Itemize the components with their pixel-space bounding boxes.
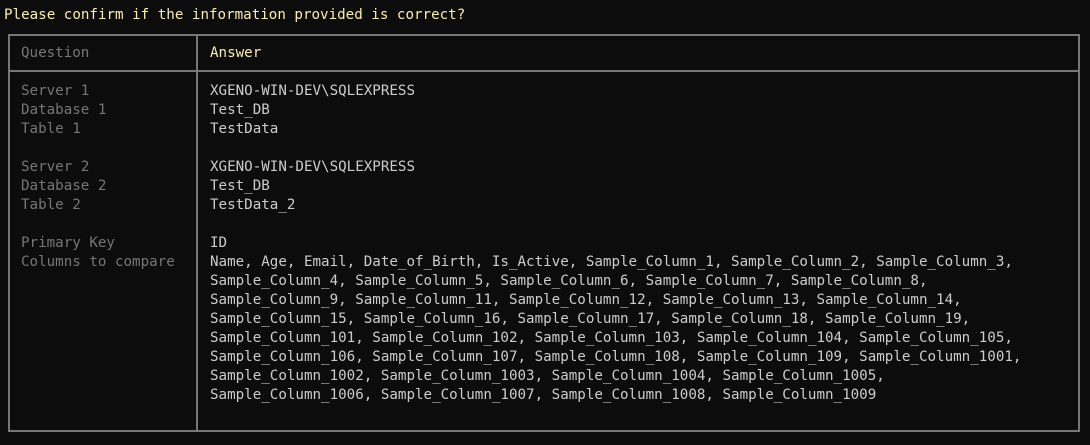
value-server-1: XGENO-WIN-DEV\SQLEXPRESS (210, 83, 415, 99)
value-database-1: Test_DB (210, 102, 270, 118)
label-primary-key: Primary Key (21, 235, 115, 251)
label-server-2: Server 2 (21, 159, 90, 175)
columns-line: Name, Age, Email, Date_of_Birth, Is_Acti… (210, 254, 1013, 270)
label-server-1: Server 1 (21, 83, 90, 99)
label-table-1: Table 1 (21, 121, 81, 137)
question-column: Server 1 Database 1 Table 1 Server 2 Dat… (21, 82, 175, 272)
column-divider (196, 36, 198, 430)
columns-line: Sample_Column_4, Sample_Column_5, Sample… (210, 273, 928, 289)
label-table-2: Table 2 (21, 197, 81, 213)
header-answer: Answer (210, 45, 262, 61)
header-divider (10, 70, 1078, 72)
columns-line: Sample_Column_1002, Sample_Column_1003, … (210, 368, 885, 384)
label-database-2: Database 2 (21, 178, 107, 194)
value-primary-key: ID (210, 235, 228, 251)
columns-line: Sample_Column_101, Sample_Column_102, Sa… (210, 330, 1013, 346)
value-table-1: TestData (210, 121, 279, 137)
confirmation-table: Question Answer Server 1 Database 1 Tabl… (8, 34, 1080, 432)
confirmation-prompt: Please confirm if the information provid… (4, 7, 466, 23)
header-question: Question (21, 45, 90, 61)
label-database-1: Database 1 (21, 102, 107, 118)
value-table-2: TestData_2 (210, 197, 296, 213)
columns-line: Sample_Column_1006, Sample_Column_1007, … (210, 387, 877, 403)
answer-column: XGENO-WIN-DEV\SQLEXPRESS Test_DB TestDat… (210, 82, 1021, 405)
value-database-2: Test_DB (210, 178, 270, 194)
columns-line: Sample_Column_15, Sample_Column_16, Samp… (210, 311, 971, 327)
label-columns-to-compare: Columns to compare (21, 254, 175, 270)
value-server-2: XGENO-WIN-DEV\SQLEXPRESS (210, 159, 415, 175)
columns-line: Sample_Column_9, Sample_Column_11, Sampl… (210, 292, 962, 308)
columns-line: Sample_Column_106, Sample_Column_107, Sa… (210, 349, 1022, 365)
